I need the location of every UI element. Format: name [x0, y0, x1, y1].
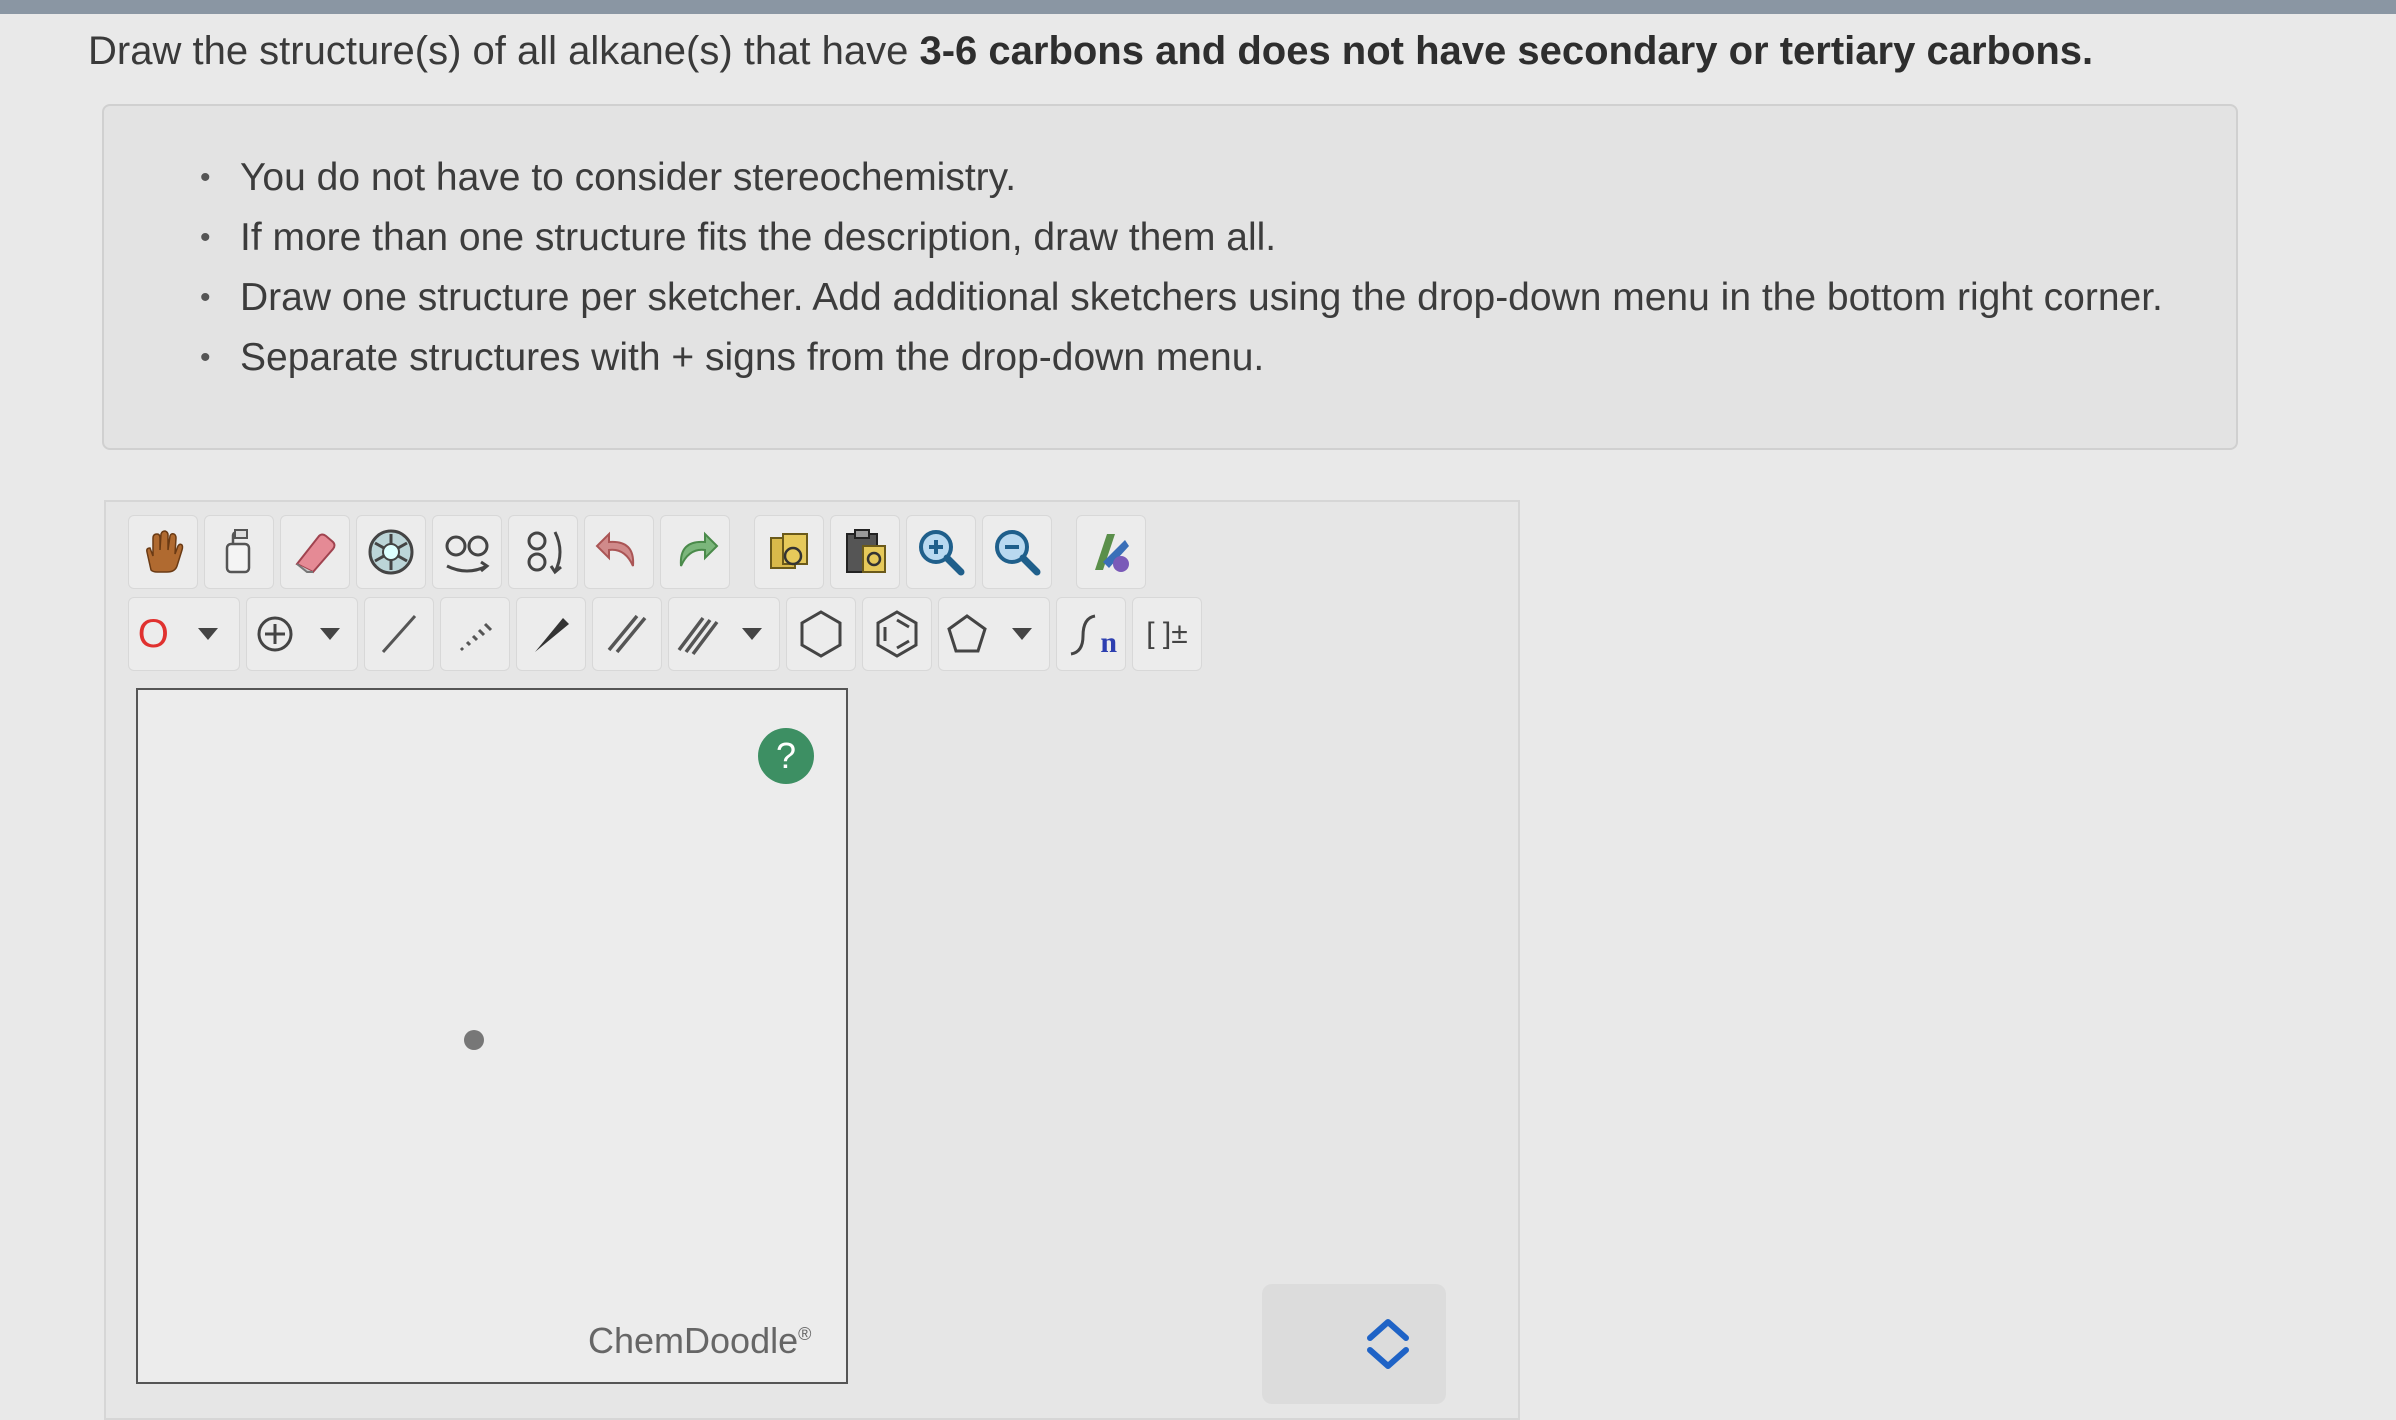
chain-button[interactable]: n — [1056, 597, 1126, 671]
redo-icon — [679, 531, 719, 567]
wedge-bond-icon — [535, 618, 569, 652]
single-bond-button[interactable] — [364, 597, 434, 671]
bracket-icon: [ ]± — [1146, 617, 1188, 650]
copy-button[interactable] — [754, 515, 824, 589]
chemdoodle-logo: ChemDoodle® — [588, 1320, 811, 1362]
paste-button[interactable] — [830, 515, 900, 589]
question-prefix: Draw the structure(s) of all alkane(s) t… — [88, 29, 920, 73]
flip-vertical-button[interactable] — [508, 515, 578, 589]
chain-n-label: n — [1100, 626, 1117, 659]
cyclopentane-icon — [946, 614, 987, 653]
question-text: Draw the structure(s) of all alkane(s) t… — [88, 22, 2288, 80]
cyclohexane-button[interactable] — [786, 597, 856, 671]
top-bar — [0, 0, 2396, 14]
chevron-down-icon — [319, 628, 340, 640]
atom-label-dropdown[interactable]: O — [128, 597, 240, 671]
instructions-list: You do not have to consider stereochemis… — [104, 106, 2236, 388]
instruction-item: If more than one structure fits the desc… — [200, 208, 2236, 268]
up-down-chevron-icon — [1367, 1319, 1409, 1369]
single-bond-icon — [381, 615, 417, 653]
flip-vertical-icon — [527, 531, 562, 575]
cyclopentane-dropdown[interactable] — [938, 597, 1050, 671]
zoom-out-icon — [995, 530, 1041, 576]
triple-bond-dropdown[interactable] — [668, 597, 780, 671]
canvas-dot — [464, 1030, 484, 1050]
hand-tool-button[interactable] — [128, 515, 198, 589]
double-bond-icon — [607, 614, 647, 654]
undo-icon — [595, 531, 635, 567]
flip-horizontal-icon — [445, 535, 490, 573]
zoom-out-button[interactable] — [982, 515, 1052, 589]
instructions-box: You do not have to consider stereochemis… — [102, 104, 2238, 450]
eraser-tool-button[interactable] — [280, 515, 350, 589]
add-sketcher-dropdown[interactable] — [1262, 1284, 1446, 1404]
instruction-item: You do not have to consider stereochemis… — [200, 148, 2236, 208]
flip-horizontal-button[interactable] — [432, 515, 502, 589]
clean-icon — [1095, 534, 1129, 572]
zoom-in-button[interactable] — [906, 515, 976, 589]
chevron-down-icon — [1011, 628, 1032, 640]
clear-button[interactable] — [356, 515, 426, 589]
hand-icon — [146, 530, 184, 573]
wedge-bond-button[interactable] — [516, 597, 586, 671]
brand-name: ChemDoodle — [588, 1320, 799, 1361]
paste-icon — [846, 529, 886, 573]
double-bond-button[interactable] — [592, 597, 662, 671]
chevron-down-icon — [741, 628, 762, 640]
clean-button[interactable] — [1076, 515, 1146, 589]
instruction-item: Draw one structure per sketcher. Add add… — [200, 268, 2236, 328]
hash-bond-button[interactable] — [440, 597, 510, 671]
instruction-item: Separate structures with + signs from th… — [200, 328, 2236, 388]
chevron-down-icon — [198, 628, 219, 640]
charge-icon — [257, 616, 292, 652]
eraser-icon — [295, 533, 336, 574]
undo-button[interactable] — [584, 515, 654, 589]
copy-icon — [770, 533, 808, 569]
cyclohexane-icon — [800, 610, 842, 658]
benzene-icon — [876, 610, 918, 658]
toolbar-row-2: O n []± — [128, 592, 1208, 676]
atom-label-icon: O — [137, 611, 169, 656]
benzene-button[interactable] — [862, 597, 932, 671]
redo-button[interactable] — [660, 515, 730, 589]
charge-dropdown[interactable] — [246, 597, 358, 671]
drawing-canvas[interactable]: ? ChemDoodle® — [136, 688, 848, 1384]
lasso-tool-button[interactable] — [204, 515, 274, 589]
toolbar-row-1 — [128, 512, 1152, 592]
zoom-in-icon — [919, 530, 965, 576]
triple-bond-icon — [677, 616, 718, 656]
lasso-icon — [225, 529, 251, 574]
hash-bond-icon — [459, 622, 493, 652]
bracket-button[interactable]: [ ]± — [1132, 597, 1202, 671]
help-button[interactable]: ? — [758, 728, 814, 784]
chemdoodle-sketcher: O n []± ? ChemDoodle® — [104, 500, 1520, 1420]
question-bold: 3-6 carbons and does not have secondary … — [919, 29, 2094, 73]
brand-mark: ® — [798, 1324, 812, 1344]
clear-icon — [368, 529, 414, 575]
